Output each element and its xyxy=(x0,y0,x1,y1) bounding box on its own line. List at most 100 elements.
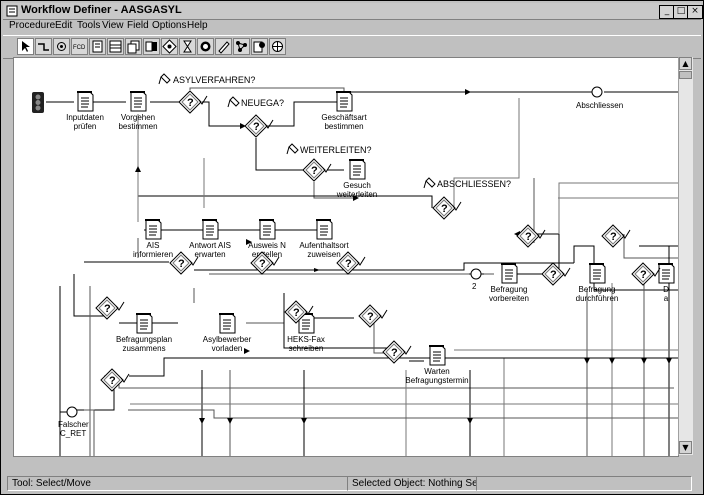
subprocess-tool-button[interactable] xyxy=(125,38,142,55)
task-inputdaten-pruefen[interactable]: Inputdatenprüfen xyxy=(66,90,104,131)
decision-abschliessen-diamond-icon[interactable] xyxy=(432,196,462,220)
task-document-icon xyxy=(657,262,675,284)
title-bar: Workflow Definer - AASGASYL _ □ × xyxy=(3,3,703,20)
decision-right-2-diamond-icon[interactable] xyxy=(601,224,631,248)
select-tool-button[interactable] xyxy=(17,38,34,55)
table-tool-button[interactable] xyxy=(107,38,124,55)
decision-mid-2-diamond-icon[interactable] xyxy=(358,304,388,328)
decision-right-3-diamond-icon[interactable] xyxy=(541,262,571,286)
task-label-line2: a xyxy=(664,294,669,303)
condition-label-abschliessen: ABSCHLIESSEN? xyxy=(437,179,511,189)
task-asylbewerber-vorladen[interactable]: Asylbewerbervorladen xyxy=(203,312,252,353)
window-title: Workflow Definer - AASGASYL xyxy=(21,4,182,16)
task-label-line1: D xyxy=(663,285,669,294)
stacked-documents-icon xyxy=(127,40,140,54)
application-window: Workflow Definer - AASGASYL _ □ × Proced… xyxy=(0,0,704,495)
decision-asylverfahren-diamond-icon[interactable] xyxy=(178,90,208,114)
task-vorgehen-bestimmen[interactable]: Vorgehenbestimmen xyxy=(118,90,158,131)
task-label-line2: prüfen xyxy=(74,122,97,131)
task-befragungsplan-zusammenstellen[interactable]: Befragungsplanzusammens xyxy=(116,312,172,353)
diamond-icon xyxy=(162,39,177,54)
task-label-line2: vorbereiten xyxy=(489,294,529,303)
return-label-falscher: Falscher xyxy=(58,420,89,429)
return-node-c-ret[interactable] xyxy=(60,406,78,418)
task-ais-informieren[interactable]: AISinformieren xyxy=(133,218,173,259)
routing-tool-button[interactable] xyxy=(233,38,250,55)
end-node-abschliessen[interactable] xyxy=(585,86,603,98)
task-label-line1: Asylbewerber xyxy=(203,335,252,344)
task-document-icon xyxy=(348,158,366,180)
task-label-line1: Befragungsplan xyxy=(116,335,172,344)
flag-pencil-icon xyxy=(218,41,230,54)
status-selection: Selected Object: Nothing Selected xyxy=(347,476,477,491)
decision-tool-button[interactable] xyxy=(161,38,178,55)
batch-tool-button[interactable] xyxy=(143,38,160,55)
workflow-canvas[interactable]: ? xyxy=(13,57,679,457)
task-partial-right[interactable]: Da xyxy=(657,262,675,303)
menu-help[interactable]: Help xyxy=(187,20,208,31)
task-document-icon xyxy=(76,90,94,112)
scroll-thumb[interactable] xyxy=(679,71,692,79)
task-label-line1: Befragung xyxy=(579,285,616,294)
decision-weiterleiten-diamond-icon[interactable] xyxy=(302,158,332,182)
start-node-tool-button[interactable] xyxy=(53,38,70,55)
form-tool-button[interactable] xyxy=(89,38,106,55)
condition-tool-button[interactable] xyxy=(215,38,232,55)
task-document-icon xyxy=(201,218,219,240)
wait-tool-button[interactable] xyxy=(179,38,196,55)
task-label-line2: vorladen xyxy=(212,344,243,353)
task-aufenthaltsort-zuweisen[interactable]: Aufenthaltsortzuweisen xyxy=(299,218,349,259)
menu-procedure[interactable]: Procedure xyxy=(9,20,55,31)
task-label-line2: erwarten xyxy=(194,250,225,259)
circle-node-icon xyxy=(57,42,66,51)
decision-right-1-diamond-icon[interactable] xyxy=(516,224,546,248)
decision-neuega-diamond-icon[interactable] xyxy=(244,114,274,138)
task-label-line2: Befragungstermin xyxy=(405,376,468,385)
scroll-down-button[interactable]: ▼ xyxy=(679,441,692,454)
task-befragung-vorbereiten[interactable]: Befragungvorbereiten xyxy=(489,262,529,303)
condition-flag-neuega[interactable] xyxy=(227,96,240,108)
decision-warten-diamond-icon[interactable] xyxy=(382,340,412,364)
close-button[interactable]: × xyxy=(687,5,703,19)
task-label-line1: Aufenthaltsort xyxy=(299,241,349,250)
task-document-icon xyxy=(135,312,153,334)
svg-text:FCD: FCD xyxy=(73,45,86,51)
script-tool-button[interactable] xyxy=(251,38,268,55)
task-document-icon xyxy=(129,90,147,112)
menu-edit[interactable]: Edit xyxy=(55,20,72,31)
condition-flag-abschliessen[interactable] xyxy=(423,177,436,189)
task-geschaeftsart-bestimmen[interactable]: Geschäftsartbestimmen xyxy=(321,90,367,131)
task-label-line1: Geschäftsart xyxy=(321,113,367,122)
task-antwort-ais-erwarten[interactable]: Antwort AISerwarten xyxy=(189,218,231,259)
task-label-line1: AIS xyxy=(147,241,160,250)
connector-tool-button[interactable] xyxy=(35,38,52,55)
condition-flag-asylverfahren[interactable] xyxy=(158,73,171,85)
task-warten-befragungstermin[interactable]: WartenBefragungstermin xyxy=(405,344,469,385)
start-traffic-light-icon[interactable] xyxy=(32,92,44,113)
task-document-icon xyxy=(428,344,446,366)
task-document-icon xyxy=(500,262,518,284)
fcd-tool-button[interactable]: FCD xyxy=(71,38,88,55)
task-gesuch-weiterleiten[interactable]: Gesuchweiterleiten xyxy=(336,158,377,199)
external-tool-button[interactable] xyxy=(269,38,286,55)
task-label-line2: weiterleiten xyxy=(336,190,377,199)
task-label-line1: Gesuch xyxy=(343,181,371,190)
menu-view[interactable]: View xyxy=(102,20,124,31)
task-label-line2: schreiben xyxy=(289,344,324,353)
decision-branch-3-diamond-icon[interactable] xyxy=(336,251,366,275)
menu-field[interactable]: Field xyxy=(127,20,149,31)
condition-flag-weiterleiten[interactable] xyxy=(286,143,299,155)
task-document-icon xyxy=(335,90,353,112)
scroll-up-button[interactable]: ▲ xyxy=(679,57,692,70)
merge-node[interactable] xyxy=(470,268,482,280)
end-node-tool-button[interactable] xyxy=(197,38,214,55)
task-ausweis-n-erstellen[interactable]: Ausweis Nerstellen xyxy=(248,218,286,259)
merge-count-label: 2 xyxy=(472,282,477,291)
vertical-scrollbar[interactable]: ▲ ▼ xyxy=(678,57,693,455)
task-label-line2: zusammens xyxy=(122,344,165,353)
decision-right-4-diamond-icon[interactable] xyxy=(631,262,661,286)
menu-options[interactable]: Options xyxy=(152,20,186,31)
menu-tools[interactable]: Tools xyxy=(77,20,100,31)
end-label-abschliessen: Abschliessen xyxy=(576,101,623,110)
app-icon xyxy=(6,5,18,17)
